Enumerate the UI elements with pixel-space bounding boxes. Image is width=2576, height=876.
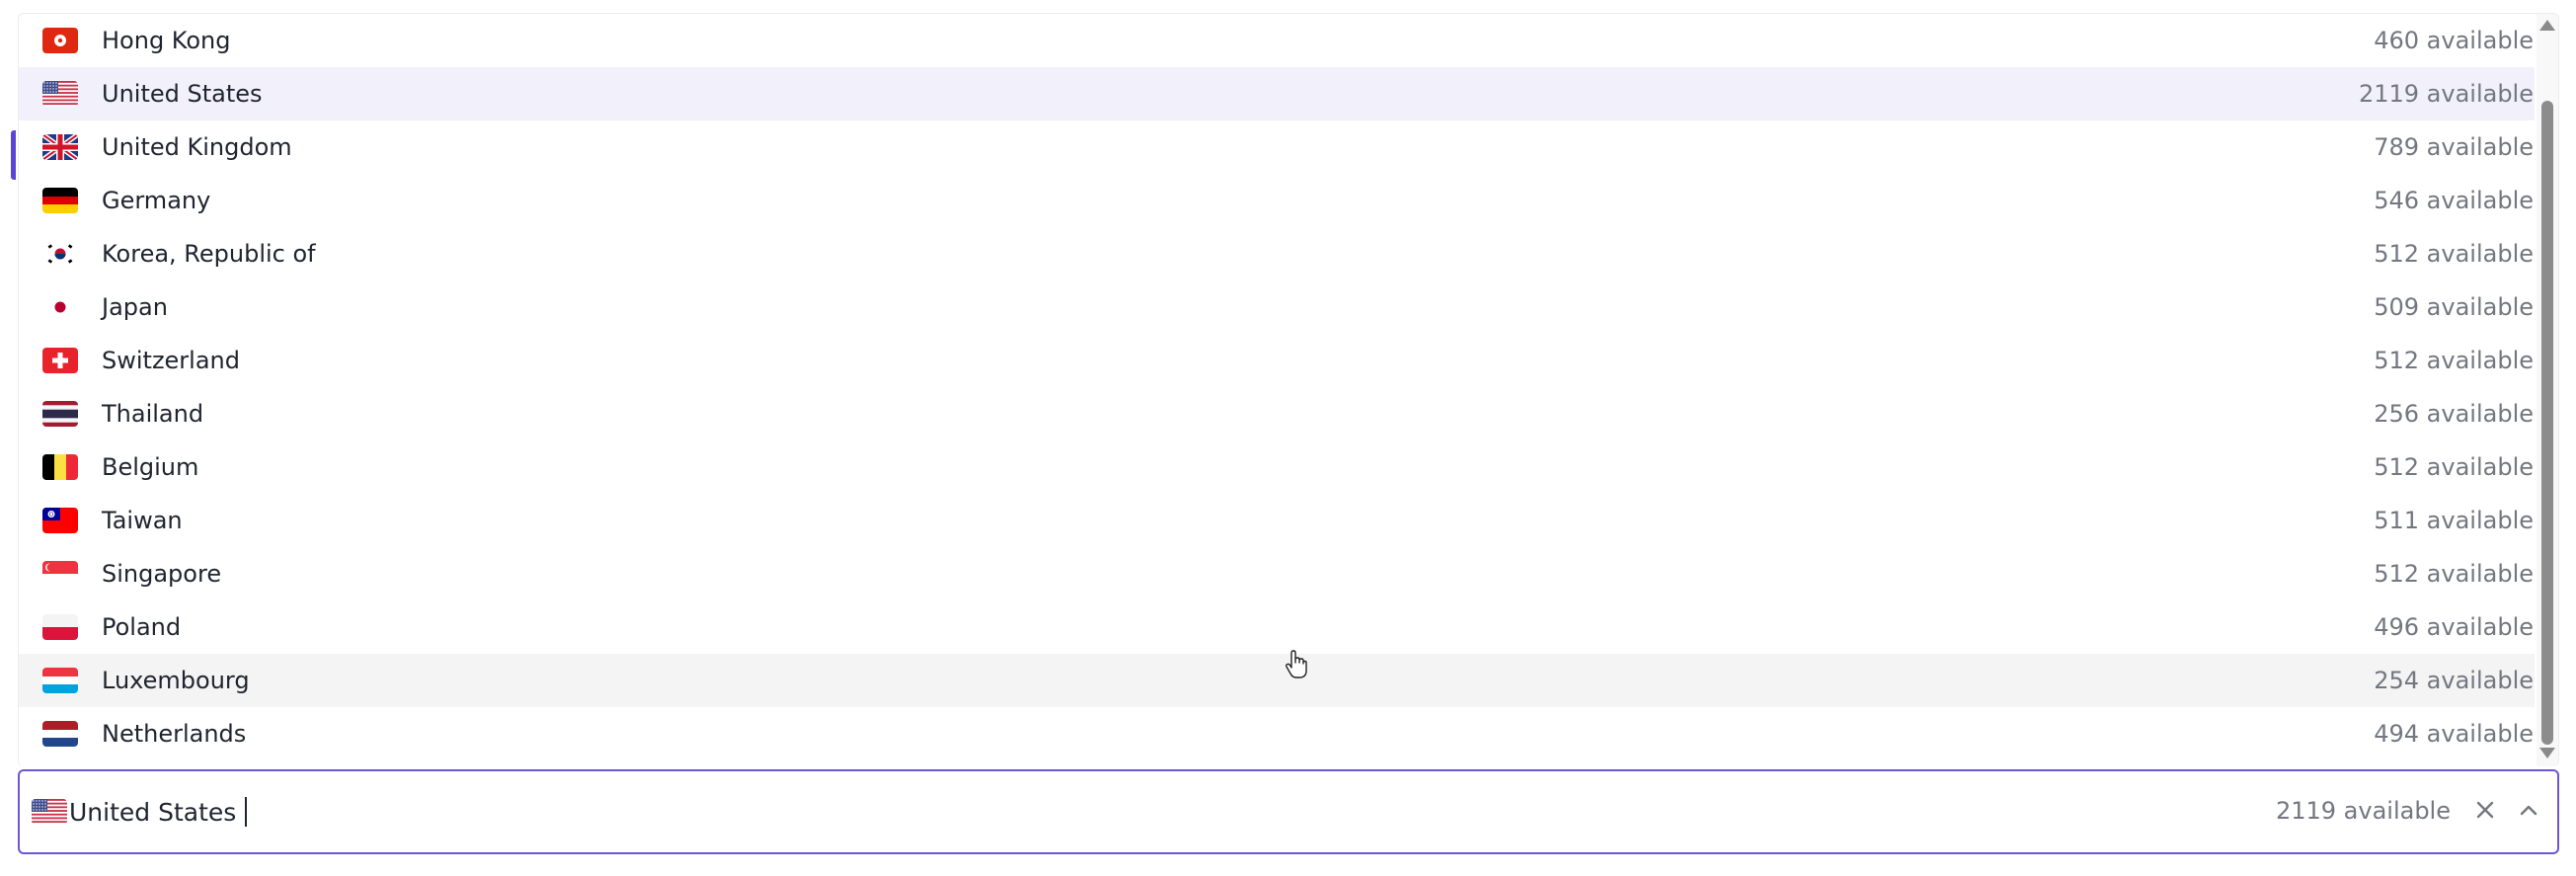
hk-flag-icon xyxy=(42,28,78,53)
lu-flag-icon xyxy=(42,668,78,693)
country-option-luxembourg[interactable]: Luxembourg 254 available xyxy=(19,654,2535,707)
us-flag-icon xyxy=(32,799,67,825)
scroll-down-arrow-icon[interactable] xyxy=(2539,748,2555,758)
country-search-input[interactable] xyxy=(69,793,1451,831)
country-option-thailand[interactable]: Thailand 256 available xyxy=(19,387,2535,440)
country-name: Belgium xyxy=(102,453,199,481)
country-name: Korea, Republic of xyxy=(102,240,316,268)
sg-flag-icon xyxy=(42,561,78,587)
availability-count: 511 available xyxy=(2374,507,2534,534)
country-name: Japan xyxy=(102,293,168,321)
availability-count: 512 available xyxy=(2374,240,2534,268)
nl-flag-icon xyxy=(42,721,78,747)
country-name: Poland xyxy=(102,613,182,641)
chevron-up-icon[interactable] xyxy=(2514,795,2543,825)
country-combobox[interactable]: 2119 available xyxy=(18,769,2559,854)
country-name: United Kingdom xyxy=(102,133,292,161)
scroll-up-arrow-icon[interactable] xyxy=(2539,20,2555,31)
selection-accent-bar xyxy=(11,130,16,180)
availability-count: 512 available xyxy=(2374,560,2534,588)
country-option-singapore[interactable]: Singapore 512 available xyxy=(19,547,2535,600)
availability-count: 496 available xyxy=(2374,613,2534,641)
availability-count: 2119 available xyxy=(2358,80,2534,108)
scroll-thumb[interactable] xyxy=(2541,101,2553,745)
country-option-taiwan[interactable]: Taiwan 511 available xyxy=(19,494,2535,547)
availability-count: 789 available xyxy=(2374,133,2534,161)
selected-availability: 2119 available xyxy=(2275,797,2451,825)
country-option-poland[interactable]: Poland 496 available xyxy=(19,600,2535,654)
country-option-hong-kong[interactable]: Hong Kong 460 available xyxy=(19,14,2535,67)
country-name: Taiwan xyxy=(102,507,183,534)
country-name: Thailand xyxy=(102,400,204,428)
country-name: United States xyxy=(102,80,263,108)
th-flag-icon xyxy=(42,401,78,427)
us-flag-icon xyxy=(42,81,78,107)
availability-count: 254 available xyxy=(2374,667,2534,694)
kr-flag-icon xyxy=(42,241,78,267)
uk-flag-icon xyxy=(42,134,78,160)
availability-count: 512 available xyxy=(2374,347,2534,374)
availability-count: 460 available xyxy=(2374,27,2534,54)
country-option-netherlands[interactable]: Netherlands 494 available xyxy=(19,707,2535,760)
country-option-korea-republic-of[interactable]: Korea, Republic of 512 available xyxy=(19,227,2535,280)
availability-count: 509 available xyxy=(2374,293,2534,321)
ch-flag-icon xyxy=(42,348,78,373)
pl-flag-icon xyxy=(42,614,78,640)
country-option-united-kingdom[interactable]: United Kingdom 789 available xyxy=(19,120,2535,174)
country-name: Singapore xyxy=(102,560,222,588)
text-caret xyxy=(245,797,247,827)
clear-selection-icon[interactable] xyxy=(2470,795,2500,825)
country-name: Luxembourg xyxy=(102,667,250,694)
country-option-germany[interactable]: Germany 546 available xyxy=(19,174,2535,227)
country-name: Hong Kong xyxy=(102,27,231,54)
de-flag-icon xyxy=(42,188,78,213)
jp-flag-icon xyxy=(42,294,78,320)
country-name: Switzerland xyxy=(102,347,240,374)
country-name: Germany xyxy=(102,187,211,214)
availability-count: 494 available xyxy=(2374,720,2534,748)
be-flag-icon xyxy=(42,454,78,480)
availability-count: 546 available xyxy=(2374,187,2534,214)
hand-cursor-icon xyxy=(1284,650,1309,679)
availability-count: 512 available xyxy=(2374,453,2534,481)
dropdown-scrollbar[interactable] xyxy=(2537,14,2558,766)
availability-count: 256 available xyxy=(2374,400,2534,428)
country-option-switzerland[interactable]: Switzerland 512 available xyxy=(19,334,2535,387)
tw-flag-icon xyxy=(42,508,78,533)
country-name: Netherlands xyxy=(102,720,247,748)
country-options: Hong Kong 460 available United States 2119 … xyxy=(19,14,2535,760)
country-option-japan[interactable]: Japan 509 available xyxy=(19,280,2535,334)
country-option-belgium[interactable]: Belgium 512 available xyxy=(19,440,2535,494)
country-option-united-states[interactable]: United States 2119 available xyxy=(19,67,2535,120)
